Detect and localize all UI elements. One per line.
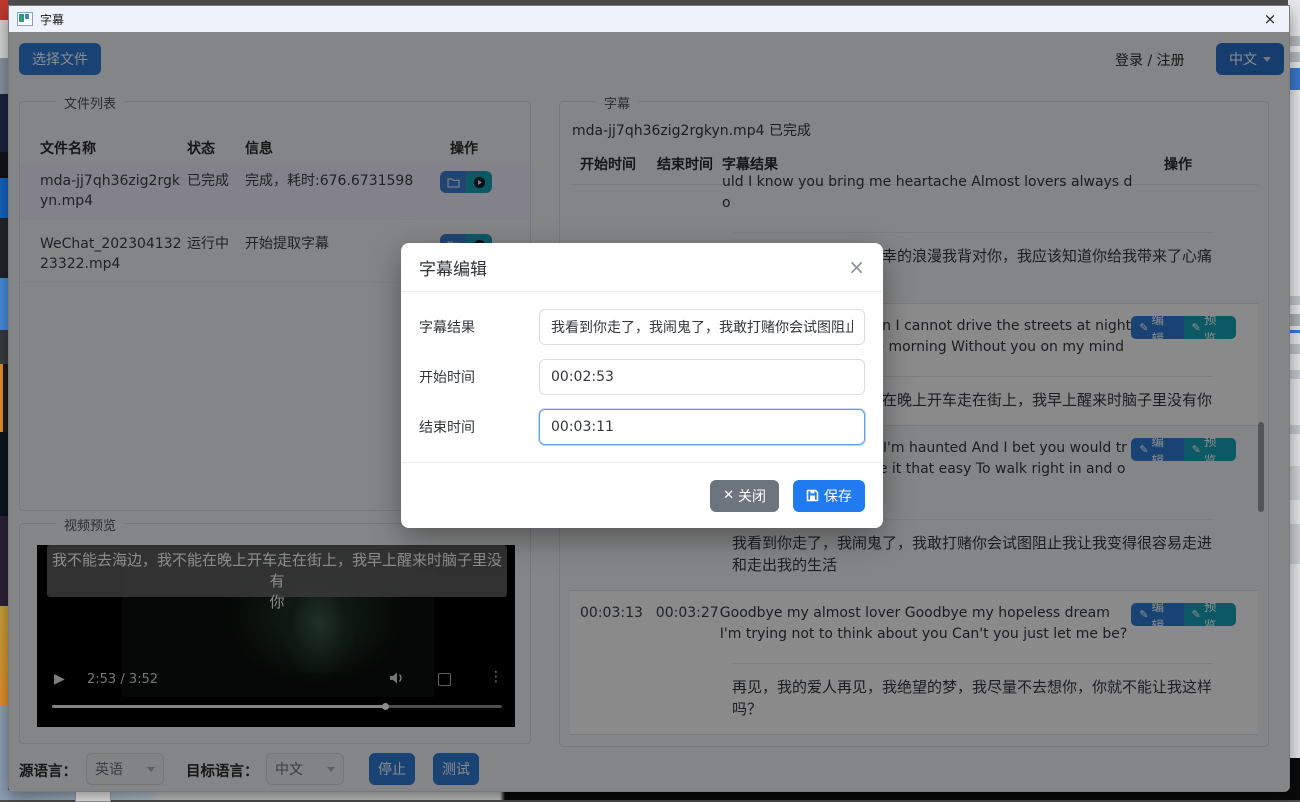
- modal-close-icon[interactable]: ×: [848, 257, 865, 277]
- app-icon: [17, 12, 33, 26]
- modal-field-row: 开始时间: [419, 359, 865, 395]
- field-label-start: 开始时间: [419, 367, 539, 387]
- save-icon: [806, 489, 819, 502]
- app-window: 字幕 × 选择文件 登录 / 注册 中文 文件列表 文件名称 状态 信息 操作 …: [8, 5, 1290, 792]
- modal-save-button[interactable]: 保存: [793, 480, 865, 512]
- modal-field-row: 字幕结果: [419, 309, 865, 345]
- end-time-input[interactable]: [539, 409, 865, 445]
- window-title: 字幕: [40, 11, 64, 28]
- modal-field-row: 结束时间: [419, 409, 865, 445]
- subtitle-result-input[interactable]: [539, 309, 865, 345]
- desktop-file-icon: [75, 791, 111, 802]
- field-label-end: 结束时间: [419, 417, 539, 437]
- start-time-input[interactable]: [539, 359, 865, 395]
- subtitle-edit-modal: 字幕编辑 × 字幕结果 开始时间 结束时间 ✕关闭 保存: [401, 243, 883, 528]
- modal-close-button[interactable]: ✕关闭: [710, 480, 779, 512]
- window-titlebar: 字幕 ×: [9, 6, 1289, 32]
- modal-title: 字幕编辑: [419, 255, 487, 280]
- close-x-icon: ✕: [723, 488, 734, 503]
- modal-footer: ✕关闭 保存: [401, 462, 883, 528]
- field-label-result: 字幕结果: [419, 317, 539, 337]
- modal-header: 字幕编辑 ×: [401, 243, 883, 292]
- desktop-left-strip: [0, 0, 8, 800]
- window-close-icon[interactable]: ×: [1259, 10, 1281, 28]
